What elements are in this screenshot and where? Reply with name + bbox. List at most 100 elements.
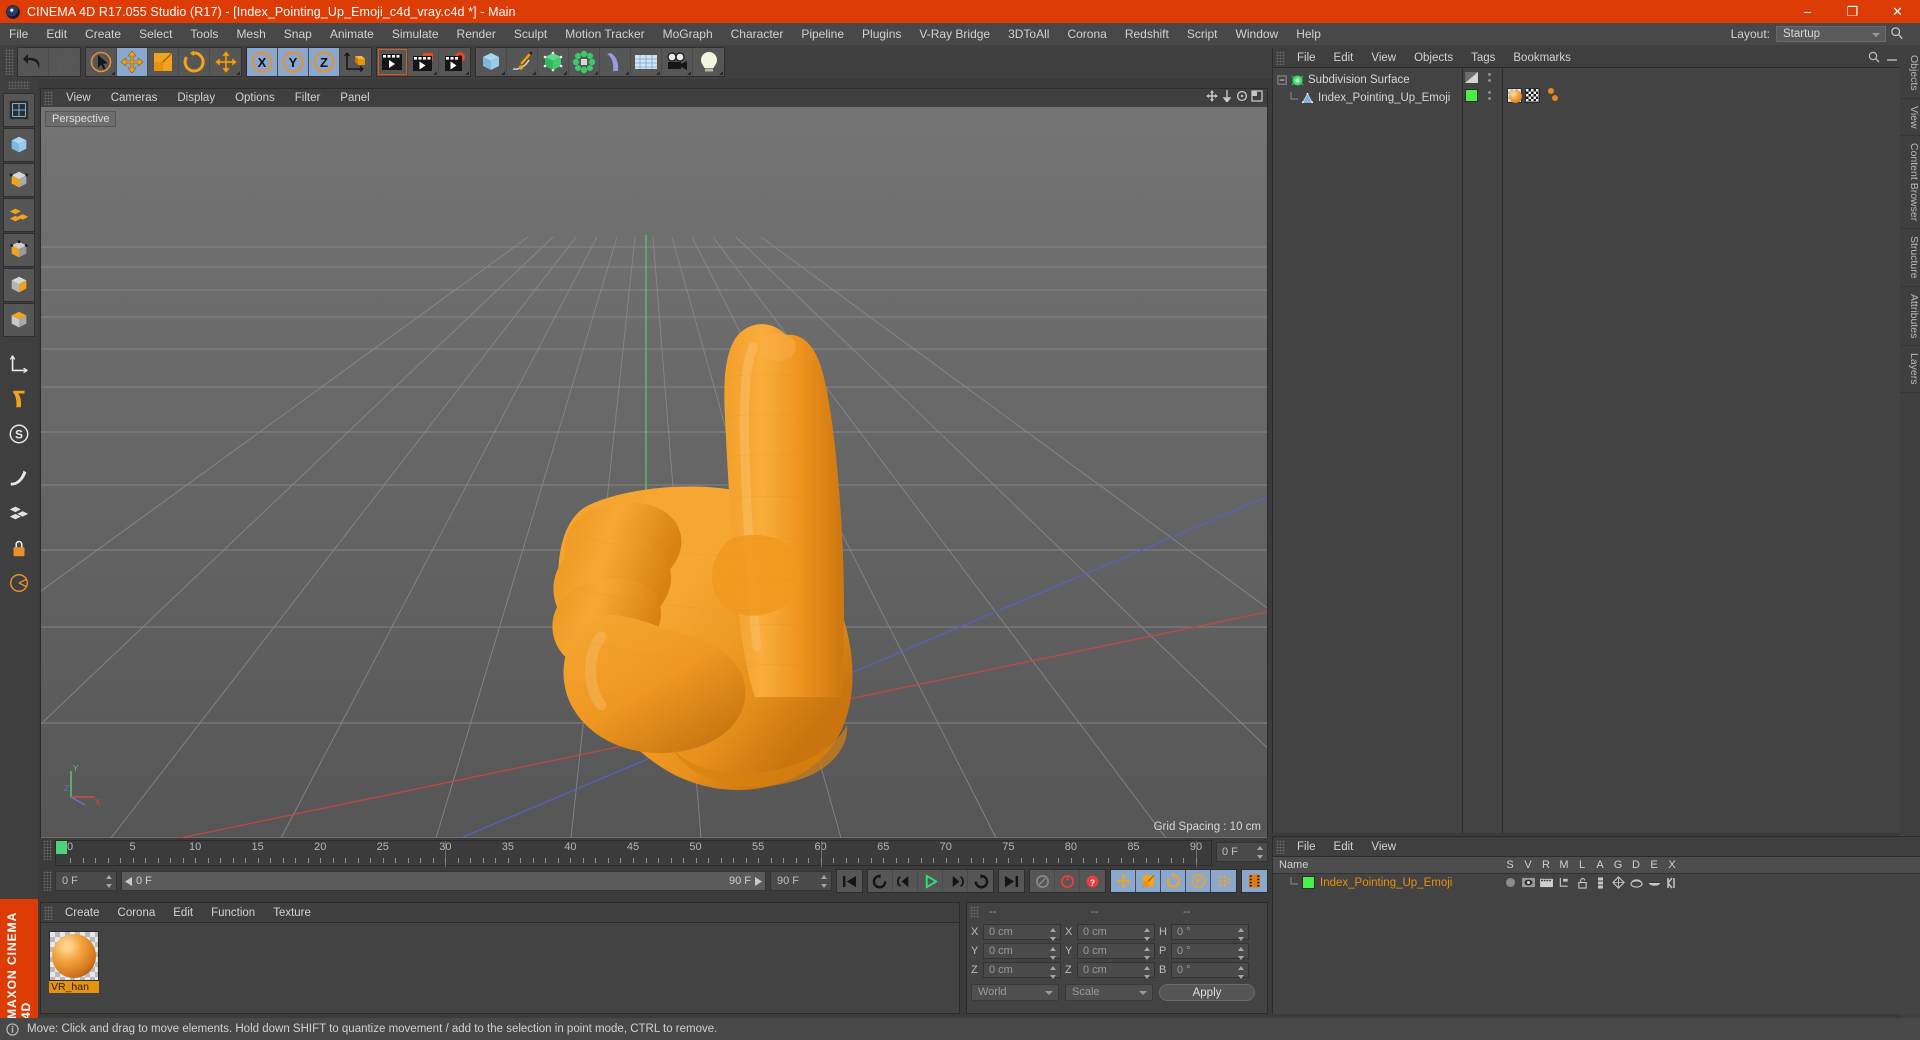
add-floor-button[interactable] xyxy=(631,48,662,76)
play-button[interactable] xyxy=(918,870,943,892)
left-palette-grip[interactable] xyxy=(8,81,30,89)
render-settings-button[interactable] xyxy=(439,48,470,76)
object-menu-item-objects[interactable]: Objects xyxy=(1405,48,1462,68)
snap-settings-icon[interactable]: S xyxy=(3,417,35,451)
object-manager-grip[interactable] xyxy=(1276,50,1285,65)
column-l[interactable]: L xyxy=(1573,859,1591,871)
viewport-menu-item-view[interactable]: View xyxy=(56,89,101,107)
stepper-icon[interactable] xyxy=(1238,966,1244,979)
keyframe-selection-button[interactable]: ? xyxy=(1080,870,1105,892)
key-point-level-animation-button[interactable] xyxy=(1211,870,1236,892)
preview-range-bar[interactable]: 0 F 90 F xyxy=(121,871,766,891)
menu-item-pipeline[interactable]: Pipeline xyxy=(792,23,853,45)
viewport-canvas[interactable]: Perspective Y X Z Grid Spacing: 10 cm xyxy=(41,107,1267,838)
layer-render-cell[interactable] xyxy=(1537,877,1555,888)
object-menu-item-view[interactable]: View xyxy=(1362,48,1405,68)
rotate-view-icon[interactable] xyxy=(1236,90,1248,102)
face-mode-button[interactable] xyxy=(3,303,35,337)
add-light-button[interactable] xyxy=(693,48,724,76)
move-view-icon[interactable] xyxy=(1206,90,1218,102)
undo-view-button[interactable] xyxy=(3,93,35,127)
play-backwards-button[interactable] xyxy=(868,870,893,892)
menu-item-v-ray-bridge[interactable]: V-Ray Bridge xyxy=(910,23,999,45)
key-parameter-button[interactable]: P xyxy=(1186,870,1211,892)
layer-expression-cell[interactable] xyxy=(1645,878,1663,888)
position-z-input[interactable]: 0 cm xyxy=(983,962,1061,979)
size-x-input[interactable]: 0 cm xyxy=(1077,924,1155,941)
timeline-current-frame-field[interactable]: 0 F xyxy=(1216,842,1268,862)
viewport-menu-item-panel[interactable]: Panel xyxy=(330,89,379,107)
key-scale-button[interactable] xyxy=(1136,870,1161,892)
right-tab-objects[interactable]: Objects xyxy=(1900,48,1920,99)
layer-manager-grip[interactable] xyxy=(1276,839,1285,854)
right-tab-structure[interactable]: Structure xyxy=(1900,229,1920,287)
viewport-menu-item-options[interactable]: Options xyxy=(225,89,285,107)
stepper-icon[interactable] xyxy=(1050,928,1056,941)
material-menu-item-function[interactable]: Function xyxy=(202,903,264,923)
redo-button[interactable] xyxy=(49,48,80,76)
object-menu-item-file[interactable]: File xyxy=(1288,48,1325,68)
record-active-objects-button[interactable] xyxy=(1030,870,1055,892)
add-bend-deformer-button[interactable] xyxy=(600,48,631,76)
stepper-icon[interactable] xyxy=(1238,928,1244,941)
visibility-dots-icon[interactable] xyxy=(1488,72,1491,82)
uv-tag-icon[interactable] xyxy=(1525,87,1540,103)
layer-menu-item-file[interactable]: File xyxy=(1288,837,1325,857)
coordinate-system-dropdown[interactable]: World xyxy=(971,984,1059,1001)
workplane-icon[interactable] xyxy=(3,461,35,495)
add-camera-button[interactable] xyxy=(662,48,693,76)
key-rotation-button[interactable] xyxy=(1161,870,1186,892)
rotation-h-input[interactable]: 0 ° xyxy=(1171,924,1249,941)
go-to-start-button[interactable] xyxy=(837,870,862,892)
layer-lock-cell[interactable] xyxy=(1573,877,1591,889)
range-end-handle-icon[interactable] xyxy=(754,876,762,886)
add-spline-button[interactable] xyxy=(507,48,538,76)
coordinate-mode-dropdown[interactable]: Scale xyxy=(1065,984,1153,1001)
object-menu-item-edit[interactable]: Edit xyxy=(1325,48,1363,68)
visibility-dots-icon[interactable] xyxy=(1488,90,1491,100)
layer-animation-cell[interactable] xyxy=(1591,877,1609,889)
layer-visible-cell[interactable] xyxy=(1519,877,1537,888)
zoom-view-icon[interactable] xyxy=(1221,90,1233,102)
menu-item-create[interactable]: Create xyxy=(76,23,130,45)
object-row-subdivision-surface[interactable]: Subdivision Surface xyxy=(1273,71,1462,89)
rotate-tool[interactable] xyxy=(179,48,210,76)
range-start-handle-icon[interactable] xyxy=(125,876,133,886)
menu-item-window[interactable]: Window xyxy=(1227,23,1288,45)
expand-toggle-icon[interactable] xyxy=(1277,74,1288,86)
column-m[interactable]: M xyxy=(1555,859,1573,871)
layer-solo-cell[interactable] xyxy=(1501,878,1519,887)
polygon-grid-icon[interactable] xyxy=(3,496,35,530)
world-object-coordinate-button[interactable] xyxy=(340,48,371,76)
stepper-icon[interactable] xyxy=(1238,947,1244,960)
object-row-index-pointing-up-emoji[interactable]: Index_Pointing_Up_Emoji xyxy=(1273,89,1462,107)
timeline-grip[interactable] xyxy=(43,840,52,860)
scale-tool[interactable] xyxy=(148,48,179,76)
menu-item-motion-tracker[interactable]: Motion Tracker xyxy=(556,23,653,45)
edge-mode-button[interactable] xyxy=(3,268,35,302)
menu-item-tools[interactable]: Tools xyxy=(181,23,227,45)
position-y-input[interactable]: 0 cm xyxy=(983,943,1061,960)
current-frame-input[interactable]: 0 F xyxy=(55,871,117,891)
right-tab-layers[interactable]: Layers xyxy=(1900,346,1920,393)
minimize-button[interactable]: – xyxy=(1785,0,1830,23)
object-tree[interactable]: Subdivision Surface Index_Pointing_Up_Em… xyxy=(1273,68,1463,833)
viewport-grip[interactable] xyxy=(44,91,53,105)
menu-item-mograph[interactable]: MoGraph xyxy=(654,23,722,45)
timeline-ruler[interactable]: 051015202530354045505560657075808590 xyxy=(55,840,1212,867)
current-frame-marker[interactable] xyxy=(56,841,67,854)
right-tab-content-browser[interactable]: Content Browser xyxy=(1900,136,1920,230)
material-item[interactable]: VR_han xyxy=(49,931,99,993)
menu-item-script[interactable]: Script xyxy=(1178,23,1227,45)
material-preview-thumbnail[interactable] xyxy=(49,931,99,981)
max-frame-input[interactable]: 90 F xyxy=(770,871,832,891)
object-menu-item-bookmarks[interactable]: Bookmarks xyxy=(1504,48,1580,68)
stepper-icon[interactable] xyxy=(1257,846,1263,859)
maximize-view-icon[interactable] xyxy=(1251,90,1263,102)
menu-item-corona[interactable]: Corona xyxy=(1058,23,1115,45)
viewport-menu-item-cameras[interactable]: Cameras xyxy=(101,89,168,107)
play-forwards-button[interactable] xyxy=(968,870,993,892)
undo-button[interactable] xyxy=(18,48,49,76)
layer-name-cell[interactable]: Index_Pointing_Up_Emoji xyxy=(1273,876,1501,889)
material-tag-icon[interactable] xyxy=(1507,87,1522,103)
